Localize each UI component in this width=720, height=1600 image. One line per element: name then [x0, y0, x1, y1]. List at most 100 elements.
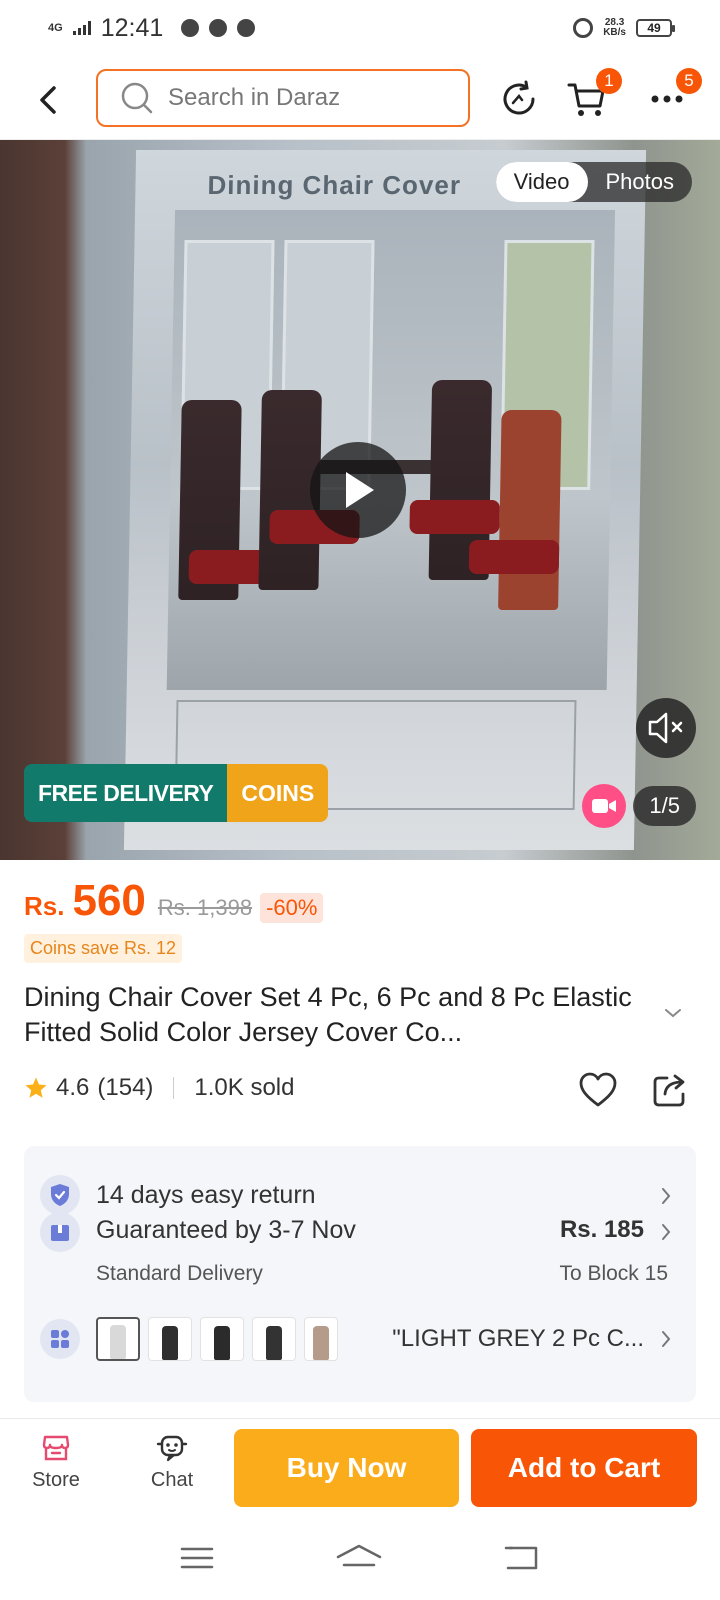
media-counter: 1/5: [633, 786, 696, 826]
bottom-action-bar: Store Chat Buy Now Add to Cart: [0, 1418, 720, 1518]
speed-unit: KB/s: [603, 27, 626, 38]
chevron-right-icon: [662, 1188, 671, 1204]
back-arrow-icon: [504, 1546, 537, 1569]
buy-now-button[interactable]: Buy Now: [234, 1429, 459, 1507]
network-speed: 28.3 KB/s: [603, 18, 626, 38]
service-info-card: 14 days easy return Guaranteed by 3-7 No…: [24, 1146, 696, 1402]
chair-graphic: [498, 410, 562, 610]
rating-value: 4.6: [56, 1074, 90, 1101]
discount-badge: -60%: [260, 893, 324, 923]
back-nav-button[interactable]: [504, 1544, 540, 1577]
product-media[interactable]: Dining Chair Cover Video Photos FREE DEL…: [0, 140, 720, 860]
store-button[interactable]: Store: [16, 1433, 96, 1492]
variant-thumb[interactable]: [304, 1317, 338, 1361]
refresh-history-icon: [503, 80, 535, 115]
chair-seat-graphic: [468, 540, 560, 574]
variant-thumb[interactable]: [200, 1317, 244, 1361]
return-text: 14 days easy return: [96, 1180, 316, 1209]
store-icon: [42, 1435, 70, 1461]
share-button[interactable]: [652, 1072, 688, 1113]
delivery-text: Guaranteed by 3-7 Nov: [96, 1216, 356, 1244]
chair-swatch: [313, 1326, 329, 1360]
product-title: Dining Chair Cover Set 4 Pc, 6 Pc and 8 …: [24, 982, 632, 1047]
chevron-right-icon: [662, 1224, 671, 1240]
status-time: 12:41: [100, 13, 164, 42]
variant-row[interactable]: "LIGHT GREY 2 Pc C...: [24, 1316, 696, 1362]
tab-video[interactable]: Video: [495, 162, 588, 202]
mute-button[interactable]: [636, 698, 696, 758]
shield-badge: [40, 1175, 80, 1215]
chevron-right-icon: [662, 1331, 671, 1347]
delivery-location: To Block 15: [559, 1262, 668, 1285]
variant-thumb[interactable]: [252, 1317, 296, 1361]
battery-icon: 49: [636, 19, 675, 37]
play-icon: [346, 472, 374, 508]
media-tabs: Video Photos: [495, 162, 693, 202]
recents-button[interactable]: [180, 1545, 214, 1576]
network-type: 4G: [48, 21, 63, 34]
box-title: Dining Chair Cover: [207, 170, 462, 200]
delivery-subtext: Standard Delivery: [96, 1262, 263, 1285]
chair-swatch: [162, 1326, 178, 1360]
back-button[interactable]: [32, 80, 66, 120]
alarm-icon: [573, 18, 594, 38]
coins-label: COINS: [227, 764, 329, 822]
share-icon: [653, 1074, 685, 1107]
more-button[interactable]: 5: [642, 68, 702, 124]
wishlist-button[interactable]: [578, 1072, 618, 1113]
speaker-muted-icon: [648, 712, 683, 744]
home-icon: [336, 1544, 382, 1566]
grid-icon: [51, 1330, 69, 1348]
free-delivery-label: FREE DELIVERY: [24, 764, 228, 822]
cart-badge: 1: [596, 68, 622, 94]
delivery-row[interactable]: Guaranteed by 3-7 Nov Standard Delivery …: [24, 1212, 696, 1312]
video-camera-icon: [592, 799, 616, 813]
chevron-down-icon: [665, 1009, 681, 1018]
search-icon: [121, 82, 153, 114]
notification-icons: [181, 19, 256, 37]
chat-label: Chat: [150, 1469, 194, 1491]
promo-banner: FREE DELIVERY COINS: [24, 764, 329, 822]
sold-count: 1.0K sold: [194, 1074, 295, 1101]
tab-photos[interactable]: Photos: [588, 162, 693, 202]
chair-seat-graphic: [409, 500, 500, 534]
delivery-price: Rs. 185: [559, 1216, 644, 1243]
home-button[interactable]: [335, 1543, 383, 1578]
signal-icon: [72, 21, 91, 35]
status-bar: 4G 12:41 28.3 KB/s 49: [0, 0, 720, 56]
delivery-badge: [40, 1212, 80, 1252]
shield-check-icon: [51, 1184, 69, 1206]
telegram-icon: [237, 19, 256, 37]
price-amount: 560: [72, 876, 146, 925]
search-placeholder: Search in Daraz: [168, 84, 341, 111]
search-input[interactable]: Search in Daraz: [96, 69, 470, 127]
add-to-cart-button[interactable]: Add to Cart: [471, 1429, 697, 1507]
heart-icon: [579, 1072, 617, 1107]
history-button[interactable]: [494, 74, 544, 124]
status-right: 28.3 KB/s 49: [573, 18, 675, 38]
store-label: Store: [32, 1469, 80, 1491]
variant-thumb[interactable]: [148, 1317, 192, 1361]
return-policy-row[interactable]: 14 days easy return: [24, 1146, 696, 1216]
chair-swatch: [214, 1326, 230, 1360]
system-navigation-bar: [0, 1520, 720, 1600]
delivery-box-icon: [51, 1225, 69, 1241]
chat-button[interactable]: Chat: [132, 1433, 212, 1492]
messenger-icon: [209, 19, 228, 37]
star-icon: [25, 1077, 47, 1098]
review-count: (154): [97, 1074, 154, 1101]
price-row: Rs. 560 Rs. 1,398 -60%: [24, 876, 324, 926]
chevron-left-icon: [40, 86, 56, 114]
divider: [173, 1077, 175, 1099]
rating-row[interactable]: 4.6 (154) 1.0K sold: [24, 1074, 294, 1102]
chat-icon: [156, 1435, 188, 1462]
expand-title-button[interactable]: [664, 1006, 682, 1024]
app-header: Search in Daraz 1 5: [0, 58, 720, 140]
coins-save-badge: Coins save Rs. 12: [24, 934, 183, 963]
more-badge: 5: [676, 68, 702, 94]
room-scene: [166, 210, 616, 690]
play-button[interactable]: [310, 442, 406, 538]
video-camera-button[interactable]: [582, 784, 626, 828]
cart-button[interactable]: 1: [562, 68, 622, 124]
variant-thumb[interactable]: [96, 1317, 140, 1361]
